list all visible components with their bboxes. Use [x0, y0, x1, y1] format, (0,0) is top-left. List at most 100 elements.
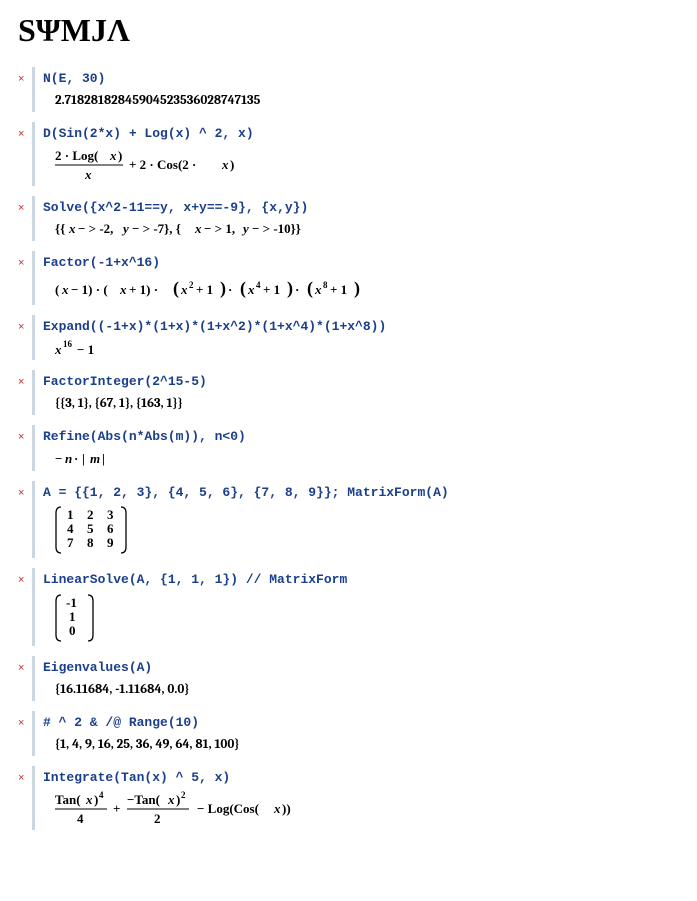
cell-input[interactable]: Factor(-1+x^16) [43, 254, 679, 272]
svg-text:8: 8 [323, 280, 328, 290]
svg-text:Tan(: Tan( [55, 792, 81, 807]
cell-input[interactable]: FactorInteger(2^15-5) [43, 373, 679, 391]
cell-output: −n· | m | [55, 450, 679, 468]
svg-text:4: 4 [67, 521, 74, 536]
svg-text:x: x [180, 282, 188, 297]
cell-output: 2 · Log( x) x + 2 · Cos(2 · x) [55, 147, 679, 183]
svg-text:·: · [228, 282, 232, 297]
cell-body: D(Sin(2*x) + Log(x) ^ 2, x) 2 · Log( x) x… [32, 122, 679, 186]
cell: ×Factor(-1+x^16) (x − 1) · (x + 1) · (x2… [18, 251, 679, 305]
cell-input[interactable]: N(E, 30) [43, 70, 679, 88]
cell: ×Refine(Abs(n*Abs(m)), n<0) −n· | m | [18, 425, 679, 471]
svg-text:4: 4 [99, 791, 104, 800]
close-icon[interactable]: × [18, 568, 32, 586]
svg-text:−Tan(: −Tan( [127, 792, 160, 807]
cell-output: {{ x − > -2, y − > -7}, { x − > 1, y − >… [55, 220, 679, 238]
close-icon[interactable]: × [18, 425, 32, 443]
svg-text:): ) [220, 278, 226, 299]
svg-text:): ) [118, 148, 122, 163]
svg-text:1: 1 [69, 609, 76, 624]
svg-text:9: 9 [107, 535, 114, 550]
cell-input[interactable]: Eigenvalues(A) [43, 659, 679, 677]
cell: × Expand((-1+x)*(1+x)*(1+x^2)*(1+x^4)*(1+… [18, 315, 679, 361]
close-icon[interactable]: × [18, 251, 32, 269]
svg-text:− > -10}}: − > -10}} [252, 221, 301, 236]
svg-text:x: x [109, 148, 117, 163]
cell: ×D(Sin(2*x) + Log(x) ^ 2, x) 2 · Log(x) … [18, 122, 679, 186]
cell: ×# ^ 2 & /@ Range(10){1, 4, 9, 16, 25, 3… [18, 711, 679, 756]
cell-output: 123 456 789 [55, 505, 679, 555]
close-icon[interactable]: × [18, 766, 32, 784]
cell-body: Eigenvalues(A) {16.11684, -1.11684, 0.0} [32, 656, 679, 701]
cell-input[interactable]: Integrate(Tan(x) ^ 5, x) [43, 769, 679, 787]
cell-output: Tan(x)4 4 + −Tan(x)2 2 − Log(Cos(x)) [55, 791, 679, 827]
cell-body: FactorInteger(2^15-5) {{3, 1}, {67, 1}, {… [32, 370, 679, 415]
cell-output: {16.11684, -1.11684, 0.0} [55, 681, 679, 699]
cell-input[interactable]: # ^ 2 & /@ Range(10) [43, 714, 679, 732]
close-icon[interactable]: × [18, 122, 32, 140]
svg-text:− > -7}, {: − > -7}, { [132, 221, 181, 236]
cell-input[interactable]: Solve({x^2-11==y, x+y==-9}, {x,y}) [43, 199, 679, 217]
svg-text:16: 16 [63, 339, 73, 349]
svg-text:(: ( [240, 278, 246, 299]
svg-text:− 1: − 1 [77, 342, 94, 357]
close-icon[interactable]: × [18, 481, 32, 499]
cells-container: × N(E, 30) 2.71828182845904523536028747135… [18, 67, 679, 830]
cell-output: {{3, 1}, {67, 1}, {163, 1}} [55, 395, 679, 413]
cell-input[interactable]: D(Sin(2*x) + Log(x) ^ 2, x) [43, 125, 679, 143]
svg-text:x: x [119, 282, 127, 297]
svg-text:2 · Log(: 2 · Log( [55, 148, 98, 163]
svg-text:|: | [82, 451, 85, 466]
cell-input[interactable]: A = {{1, 2, 3}, {4, 5, 6}, {7, 8, 9}}; M… [43, 484, 679, 502]
svg-text:(: ( [307, 278, 313, 299]
svg-text:x: x [68, 221, 76, 236]
svg-text:n: n [65, 451, 72, 466]
cell-body: N(E, 30) 2.71828182845904523536028747135 [32, 67, 679, 112]
svg-text:8: 8 [87, 535, 94, 550]
svg-text:(: ( [173, 278, 179, 299]
cell-body: Refine(Abs(n*Abs(m)), n<0) −n· | m | [32, 425, 679, 471]
brand-logo: SΨMJΛ [18, 12, 679, 49]
svg-text:2: 2 [189, 280, 194, 290]
svg-text:(: ( [55, 282, 59, 297]
svg-text:x: x [84, 167, 92, 182]
close-icon[interactable]: × [18, 656, 32, 674]
svg-text:y: y [121, 221, 129, 236]
cell-input[interactable]: LinearSolve(A, {1, 1, 1}) // MatrixForm [43, 571, 679, 589]
svg-text:4: 4 [77, 811, 84, 826]
cell-output: 2.71828182845904523536028747135 [55, 92, 679, 110]
svg-text:): ) [230, 157, 234, 172]
svg-text:)): )) [282, 801, 291, 816]
svg-text:): ) [287, 278, 293, 299]
svg-text:x: x [85, 792, 93, 807]
cell-input[interactable]: Expand((-1+x)*(1+x)*(1+x^2)*(1+x^4)*(1+x… [43, 318, 679, 336]
cell-body: A = {{1, 2, 3}, {4, 5, 6}, {7, 8, 9}}; M… [32, 481, 679, 559]
svg-text:+ 1: + 1 [196, 282, 213, 297]
svg-text:−: − [55, 451, 62, 466]
svg-text:x: x [221, 157, 229, 172]
svg-text:x: x [247, 282, 255, 297]
svg-text:+ 1: + 1 [330, 282, 347, 297]
cell-body: Factor(-1+x^16) (x − 1) · (x + 1) · (x2 … [32, 251, 679, 305]
svg-text:): ) [94, 792, 98, 807]
cell-input[interactable]: Refine(Abs(n*Abs(m)), n<0) [43, 428, 679, 446]
svg-text:1: 1 [67, 507, 74, 522]
svg-text:2: 2 [87, 507, 94, 522]
close-icon[interactable]: × [18, 67, 32, 85]
svg-text:5: 5 [87, 521, 94, 536]
svg-text:− > -2,: − > -2, [78, 221, 113, 236]
svg-text:): ) [354, 278, 360, 299]
svg-text:x: x [273, 801, 281, 816]
cell-body: Integrate(Tan(x) ^ 5, x) Tan(x)4 4 + −Ta… [32, 766, 679, 830]
svg-text:0: 0 [69, 623, 76, 638]
svg-text:− > 1,: − > 1, [204, 221, 235, 236]
svg-text:2: 2 [154, 811, 161, 826]
svg-text:{{: {{ [55, 221, 65, 236]
close-icon[interactable]: × [18, 370, 32, 388]
close-icon[interactable]: × [18, 315, 32, 333]
close-icon[interactable]: × [18, 196, 32, 214]
svg-text:+ 1) ·: + 1) · [129, 282, 158, 297]
close-icon[interactable]: × [18, 711, 32, 729]
svg-text:+ 2 · Cos(2 ·: + 2 · Cos(2 · [129, 157, 196, 172]
svg-text:x: x [314, 282, 322, 297]
